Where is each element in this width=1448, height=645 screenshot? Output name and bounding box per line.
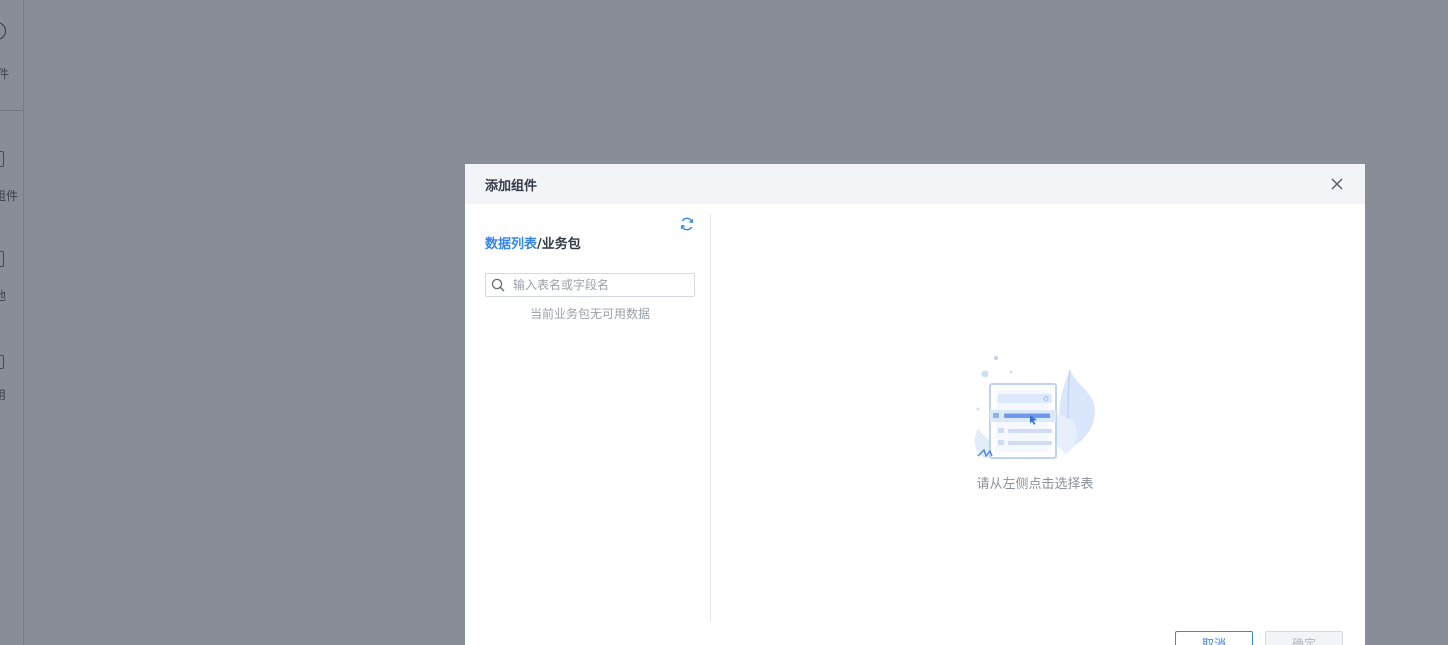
panel-divider bbox=[710, 214, 711, 622]
breadcrumb-data-list-link[interactable]: 数据列表 bbox=[485, 237, 537, 252]
dialog-title: 添加组件 bbox=[485, 179, 538, 194]
empty-table-illustration bbox=[974, 356, 1095, 459]
page: 件 组件 他 用 添加组件 数据列表/业务包 bbox=[0, 0, 1448, 645]
empty-data-text: 当前业务包无可用数据 bbox=[529, 307, 650, 321]
search-box bbox=[485, 273, 695, 297]
breadcrumb: 数据列表/业务包 bbox=[485, 233, 581, 252]
refresh-icon[interactable] bbox=[679, 216, 695, 232]
search-icon bbox=[491, 278, 505, 292]
select-table-hint: 请从左侧点击选择表 bbox=[976, 477, 1094, 492]
table-list-panel: 数据列表/业务包 当前业务包无可用数据 bbox=[465, 204, 710, 624]
confirm-button[interactable]: 确定 bbox=[1265, 631, 1343, 645]
add-component-dialog: 添加组件 数据列表/业务包 输入表名或字段名 当前业务包无可用数据 请从左侧点击… bbox=[465, 164, 1365, 645]
dialog-header: 添加组件 bbox=[465, 164, 1365, 204]
breadcrumb-current: 业务包 bbox=[541, 237, 581, 252]
close-icon[interactable] bbox=[1327, 174, 1347, 194]
cancel-button[interactable]: 取消 bbox=[1175, 631, 1253, 645]
search-input[interactable] bbox=[513, 274, 689, 296]
